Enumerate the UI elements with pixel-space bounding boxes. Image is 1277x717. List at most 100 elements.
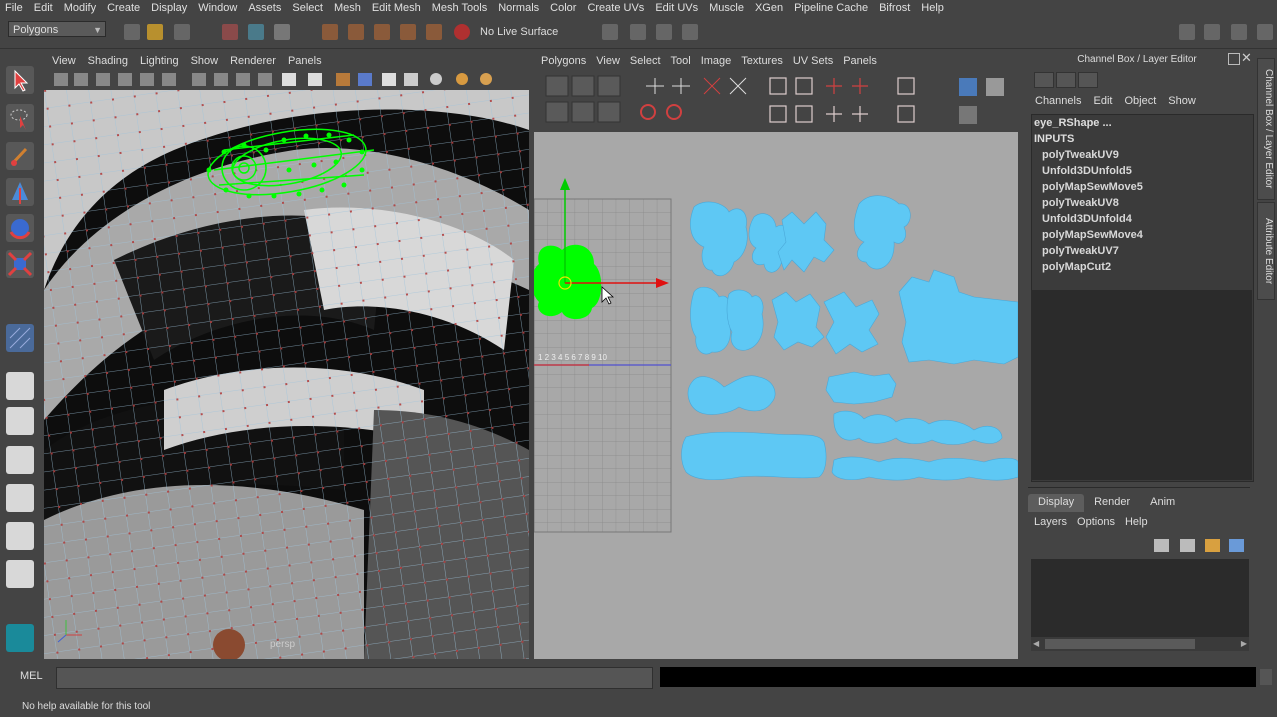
motion-blur-icon[interactable]: [456, 73, 468, 85]
flip-v-icon[interactable]: [672, 78, 690, 94]
persp-uv-layout-icon[interactable]: [6, 522, 34, 550]
uv-menu-select[interactable]: Select: [630, 55, 661, 67]
gamma-icon[interactable]: [480, 73, 492, 85]
selected-uv-shell[interactable]: [534, 244, 602, 319]
input-node[interactable]: Unfold3DUnfold4: [1032, 211, 1253, 227]
lighting-icon[interactable]: [336, 73, 350, 86]
texture-display-icon[interactable]: [959, 78, 977, 96]
channel-box-tab-icon[interactable]: [1034, 72, 1054, 88]
ipr-render-icon[interactable]: [656, 24, 672, 40]
uv-sew-icon[interactable]: [597, 101, 621, 123]
menu-file[interactable]: File: [0, 2, 29, 14]
menu-pipeline-cache[interactable]: Pipeline Cache: [789, 2, 874, 14]
menu-edit[interactable]: Edit: [29, 2, 59, 14]
panel-divider[interactable]: [1028, 487, 1250, 488]
cut-uv-edges-icon[interactable]: [769, 77, 787, 95]
menu-assets[interactable]: Assets: [243, 2, 287, 14]
new-layer-icon[interactable]: [1205, 539, 1220, 552]
menu-color[interactable]: Color: [545, 2, 582, 14]
tool-settings-toggle-icon[interactable]: [1231, 24, 1247, 40]
uv-menu-panels[interactable]: Panels: [843, 55, 877, 67]
uv-menu-image[interactable]: Image: [701, 55, 732, 67]
save-scene-icon[interactable]: [174, 24, 190, 40]
uv-lattice-icon[interactable]: [597, 75, 621, 97]
align-v-max-icon[interactable]: [852, 106, 868, 122]
layer-editor-tab-icon[interactable]: [1056, 72, 1076, 88]
magnet-icon[interactable]: [454, 24, 470, 40]
render-view-icon[interactable]: [630, 24, 646, 40]
grid-toggle-icon[interactable]: [140, 73, 154, 86]
input-node[interactable]: polyMapCut2: [1032, 259, 1253, 275]
viewport-menu-lighting[interactable]: Lighting: [140, 55, 179, 67]
checker-icon[interactable]: [404, 73, 418, 86]
snap-point-icon[interactable]: [374, 24, 390, 40]
menu-mesh[interactable]: Mesh: [329, 2, 367, 14]
wireframe-icon[interactable]: [192, 73, 206, 86]
smooth-shade-icon[interactable]: [214, 73, 228, 86]
viewport-menu-panels[interactable]: Panels: [288, 55, 322, 67]
shadows-icon[interactable]: [358, 73, 372, 86]
viewport-menu-view[interactable]: View: [52, 55, 76, 67]
uv-menu-tool[interactable]: Tool: [671, 55, 691, 67]
input-node[interactable]: polyTweakUV7: [1032, 243, 1253, 259]
select-tool-icon[interactable]: [6, 66, 34, 94]
textured-icon[interactable]: [282, 73, 296, 86]
mel-label[interactable]: MEL: [20, 670, 43, 682]
snap-view-icon[interactable]: [400, 24, 416, 40]
checker-display-icon[interactable]: [986, 78, 1004, 96]
attribute-editor-toggle-icon[interactable]: [1204, 24, 1220, 40]
perspective-viewport[interactable]: persp: [44, 90, 529, 659]
bookmark-icon[interactable]: [96, 73, 110, 86]
menu-normals[interactable]: Normals: [493, 2, 545, 14]
snapshot-icon[interactable]: [897, 77, 915, 95]
text-icon[interactable]: [308, 73, 322, 86]
uv-move-icon[interactable]: [571, 75, 595, 97]
film-gate-icon[interactable]: [162, 73, 176, 86]
cb-menu-show[interactable]: Show: [1168, 95, 1196, 107]
layer-move-up-icon[interactable]: [1154, 539, 1169, 552]
inputs-header[interactable]: INPUTS: [1032, 131, 1253, 147]
uv-menu-textures[interactable]: Textures: [741, 55, 783, 67]
rotate-uv-icon[interactable]: [703, 77, 721, 95]
input-node[interactable]: Unfold3DUnfold5: [1032, 163, 1253, 179]
object-name[interactable]: eye_RShape ...: [1032, 115, 1253, 131]
layout-uvs-icon[interactable]: [769, 105, 787, 123]
uv-menu-uv-sets[interactable]: UV Sets: [793, 55, 833, 67]
menu-edit-uvs[interactable]: Edit UVs: [650, 2, 704, 14]
image-plane-icon[interactable]: [118, 73, 132, 86]
close-icon[interactable]: ✕: [1241, 50, 1252, 66]
rotate-uv-ccw-icon[interactable]: [729, 77, 747, 95]
new-layer-selected-icon[interactable]: [1229, 539, 1244, 552]
four-view-layout-icon[interactable]: [6, 407, 34, 435]
menu-window[interactable]: Window: [193, 2, 243, 14]
render-settings-icon[interactable]: [682, 24, 698, 40]
side-tab-attribute-editor[interactable]: Attribute Editor: [1257, 202, 1275, 300]
select-object-icon[interactable]: [248, 24, 264, 40]
paint-select-tool-icon[interactable]: [6, 142, 34, 170]
layer-move-down-icon[interactable]: [1180, 539, 1195, 552]
open-scene-icon[interactable]: [147, 24, 163, 40]
menu-bifrost[interactable]: Bifrost: [874, 2, 916, 14]
layer-menu-options[interactable]: Options: [1077, 516, 1115, 532]
snap-grid-icon[interactable]: [322, 24, 338, 40]
input-node[interactable]: polyMapSewMove4: [1032, 227, 1253, 243]
persp-graph-layout-icon[interactable]: [6, 484, 34, 512]
select-component-icon[interactable]: [274, 24, 290, 40]
unfold-icon[interactable]: [640, 104, 656, 120]
scroll-left-icon[interactable]: ◀: [1033, 639, 1039, 648]
menu-select[interactable]: Select: [287, 2, 329, 14]
cb-menu-object[interactable]: Object: [1124, 95, 1156, 107]
select-hierarchy-icon[interactable]: [222, 24, 238, 40]
menu-set-dropdown[interactable]: Polygons ▼: [8, 21, 106, 37]
align-u-min-icon[interactable]: [826, 78, 842, 94]
uv-menu-view[interactable]: View: [596, 55, 620, 67]
camera-attributes-icon[interactable]: [74, 73, 88, 86]
uv-texture-editor[interactable]: 1 2 3 4 5 6 7 8 9 10: [534, 132, 1018, 659]
input-node[interactable]: polyTweakUV8: [1032, 195, 1253, 211]
sew-uv-edges-icon[interactable]: [795, 77, 813, 95]
menu-display[interactable]: Display: [146, 2, 193, 14]
script-editor-icon[interactable]: [1260, 669, 1272, 685]
optimize-icon[interactable]: [666, 104, 682, 120]
viewport-menu-show[interactable]: Show: [191, 55, 219, 67]
modeling-toolkit-icon[interactable]: [1179, 24, 1195, 40]
